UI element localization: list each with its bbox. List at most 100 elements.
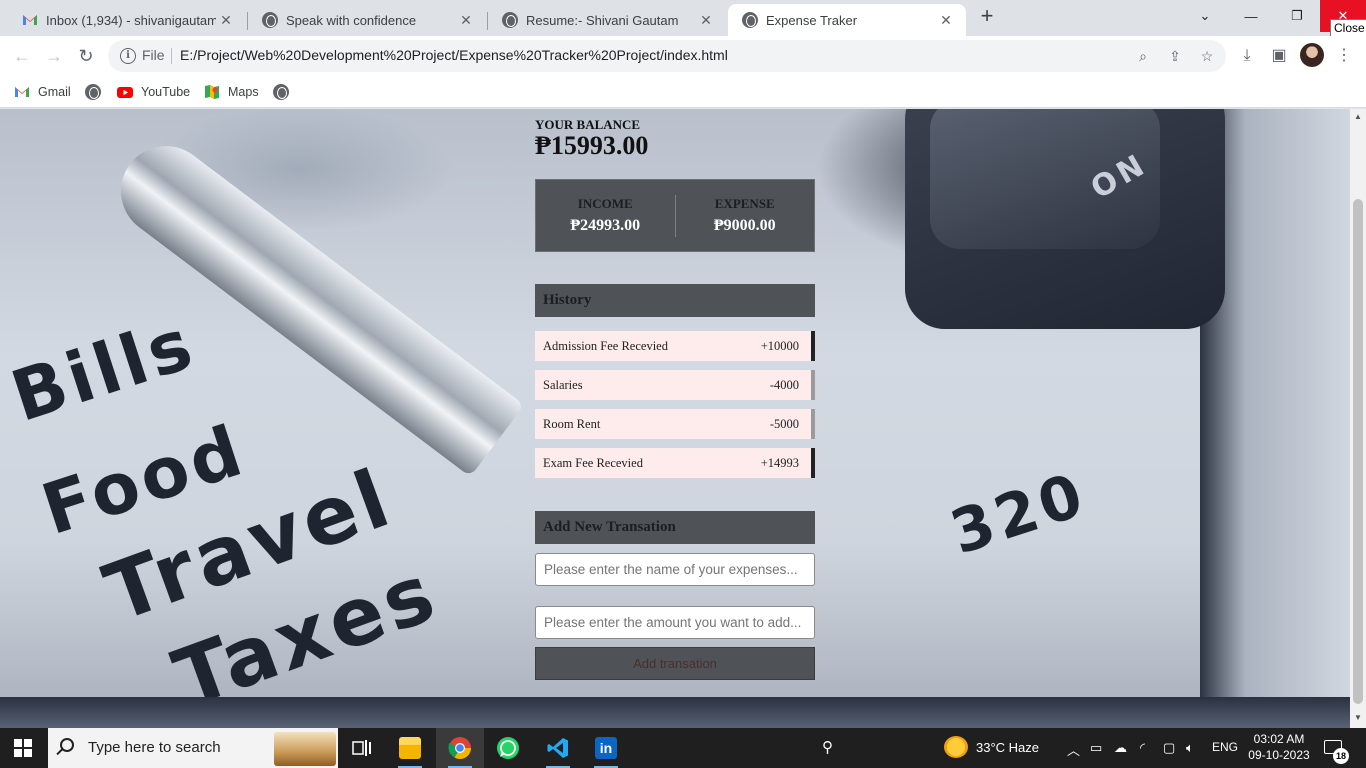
task-view-icon[interactable] (338, 728, 386, 768)
globe-icon (502, 12, 518, 28)
restore-icon[interactable]: ❐ (1274, 0, 1320, 32)
page-scrollbar[interactable]: ▲ ▼ (1350, 109, 1366, 728)
browser-toolbar: ← → ↻ i File E:/Project/Web%20Developmen… (0, 36, 1366, 76)
minimize-icon[interactable]: — (1228, 0, 1274, 32)
share-icon[interactable]: ⇪ (1167, 48, 1183, 64)
income-column: INCOME ₱24993.00 (536, 196, 675, 235)
bookmark-maps[interactable]: Maps (204, 82, 259, 102)
windows-start-icon[interactable] (14, 739, 32, 757)
close-tab-icon[interactable]: ✕ (456, 12, 476, 29)
bookmarks-bar: Gmail YouTube Maps (0, 76, 1366, 108)
bookmark-star-icon[interactable]: ☆ (1199, 48, 1215, 64)
tab-speak[interactable]: Speak with confidence ✕ (248, 4, 486, 36)
globe-icon (85, 84, 101, 100)
windows-taskbar: Type here to search in ⚲ 33°C Haze ︿ ▭ ☁… (0, 728, 1366, 768)
youtube-icon (117, 84, 133, 100)
notification-count-badge: 18 (1333, 748, 1349, 764)
bookmark-globe-2[interactable] (273, 82, 289, 102)
bookmark-label: YouTube (141, 85, 191, 99)
url-scheme: File (142, 47, 165, 63)
gmail-icon (14, 84, 30, 100)
onedrive-icon[interactable]: ☁ (1114, 740, 1127, 756)
expense-name-input[interactable] (535, 553, 815, 586)
reload-icon[interactable]: ↻ (75, 45, 97, 67)
expense-value: ₱9000.00 (713, 217, 776, 234)
profile-avatar[interactable] (1300, 43, 1324, 67)
weather-icon[interactable] (944, 736, 968, 758)
volume-icon[interactable]: 🔈︎ (1186, 740, 1194, 756)
bookmark-youtube[interactable]: YouTube (117, 82, 190, 102)
income-expense-summary: INCOME ₱24993.00 EXPENSE ₱9000.00 (535, 179, 815, 252)
add-transaction-heading: Add New Transation (535, 511, 815, 544)
expense-amount-input[interactable] (535, 606, 815, 639)
tab-resume[interactable]: Resume:- Shivani Gautam ✕ (488, 4, 726, 36)
close-tab-icon[interactable]: ✕ (696, 12, 716, 29)
history-item-amount: +14993 (760, 455, 799, 470)
meet-now-icon[interactable]: ▢ (1163, 740, 1175, 756)
scrollbar-thumb[interactable] (1353, 199, 1363, 704)
background-photo-bottom (0, 697, 1350, 728)
history-item[interactable]: Salaries -4000 (535, 370, 815, 400)
wifi-icon[interactable]: ◜ (1140, 740, 1145, 756)
history-item-amount: +10000 (760, 338, 799, 353)
chrome-icon[interactable] (436, 728, 484, 768)
close-tab-icon[interactable]: ✕ (216, 12, 236, 29)
taskbar-clock[interactable]: 03:02 AM 09-10-2023 (1244, 731, 1314, 763)
url-text[interactable]: E:/Project/Web%20Development%20Project/E… (180, 47, 728, 63)
bookmark-gmail[interactable]: Gmail (14, 82, 71, 102)
new-tab-button[interactable]: + (976, 5, 998, 28)
tab-strip: Inbox (1,934) - shivanigautam73 ✕ Speak … (0, 0, 1366, 37)
page-viewport: ON Bills Food Travel Taxes 320 YOUR BALA… (0, 109, 1350, 728)
history-item-name: Admission Fee Recevied (543, 338, 668, 353)
search-highlight-image (274, 732, 336, 766)
bookmark-globe-1[interactable] (85, 82, 101, 102)
scroll-down-icon[interactable]: ▼ (1353, 713, 1363, 725)
url-separator (171, 48, 172, 64)
vscode-icon[interactable] (534, 728, 582, 768)
globe-icon (742, 12, 758, 28)
download-icon[interactable]: ⤓ (1237, 46, 1257, 66)
taskbar-search-placeholder: Type here to search (88, 739, 221, 756)
tab-search-icon[interactable]: ⌄ (1182, 0, 1228, 32)
weather-text[interactable]: 33°C Haze (976, 740, 1039, 755)
globe-icon (273, 84, 289, 100)
forward-icon[interactable]: → (43, 45, 65, 67)
back-icon[interactable]: ← (11, 45, 33, 67)
zoom-icon[interactable]: ⌕ (1135, 48, 1151, 64)
history-item-name: Exam Fee Recevied (543, 455, 643, 470)
scroll-up-icon[interactable]: ▲ (1353, 112, 1363, 124)
globe-icon (262, 12, 278, 28)
history-item-name: Salaries (543, 377, 583, 392)
history-heading: History (535, 284, 815, 317)
gmail-icon (22, 12, 38, 28)
add-transaction-button[interactable]: Add transation (535, 647, 815, 680)
people-icon[interactable]: ⚲ (822, 738, 833, 756)
history-item-amount: -4000 (769, 377, 799, 392)
menu-kebab-icon[interactable]: ⋮ (1334, 46, 1354, 66)
history-item[interactable]: Exam Fee Recevied +14993 (535, 448, 815, 478)
taskbar-search-box[interactable]: Type here to search (48, 728, 338, 768)
battery-icon[interactable]: ▭ (1090, 740, 1102, 756)
income-value: ₱24993.00 (570, 217, 641, 234)
bookmark-label: Maps (228, 85, 259, 99)
balance-value: ₱15993.00 (535, 131, 649, 160)
tab-expense-traker[interactable]: Expense Traker ✕ (728, 4, 966, 36)
tab-gmail[interactable]: Inbox (1,934) - shivanigautam73 ✕ (8, 4, 246, 36)
address-bar[interactable]: i File E:/Project/Web%20Development%20Pr… (108, 40, 1226, 72)
history-item[interactable]: Room Rent -5000 (535, 409, 815, 439)
bookmark-label: Gmail (38, 85, 71, 99)
maps-icon (204, 84, 220, 100)
history-item[interactable]: Admission Fee Recevied +10000 (535, 331, 815, 361)
linkedin-icon[interactable]: in (582, 728, 630, 768)
expense-label: EXPENSE (714, 196, 775, 211)
language-indicator[interactable]: ENG (1212, 740, 1238, 754)
close-tooltip: Close (1330, 19, 1366, 37)
chevron-up-icon[interactable]: ︿ (1067, 740, 1080, 759)
file-explorer-icon[interactable] (386, 728, 434, 768)
info-icon[interactable]: i (120, 48, 136, 64)
whatsapp-icon[interactable] (484, 728, 532, 768)
clock-date: 09-10-2023 (1248, 748, 1310, 762)
side-panel-icon[interactable]: ▣ (1269, 46, 1289, 66)
history-item-amount: -5000 (769, 416, 799, 431)
close-tab-icon[interactable]: ✕ (936, 12, 956, 29)
